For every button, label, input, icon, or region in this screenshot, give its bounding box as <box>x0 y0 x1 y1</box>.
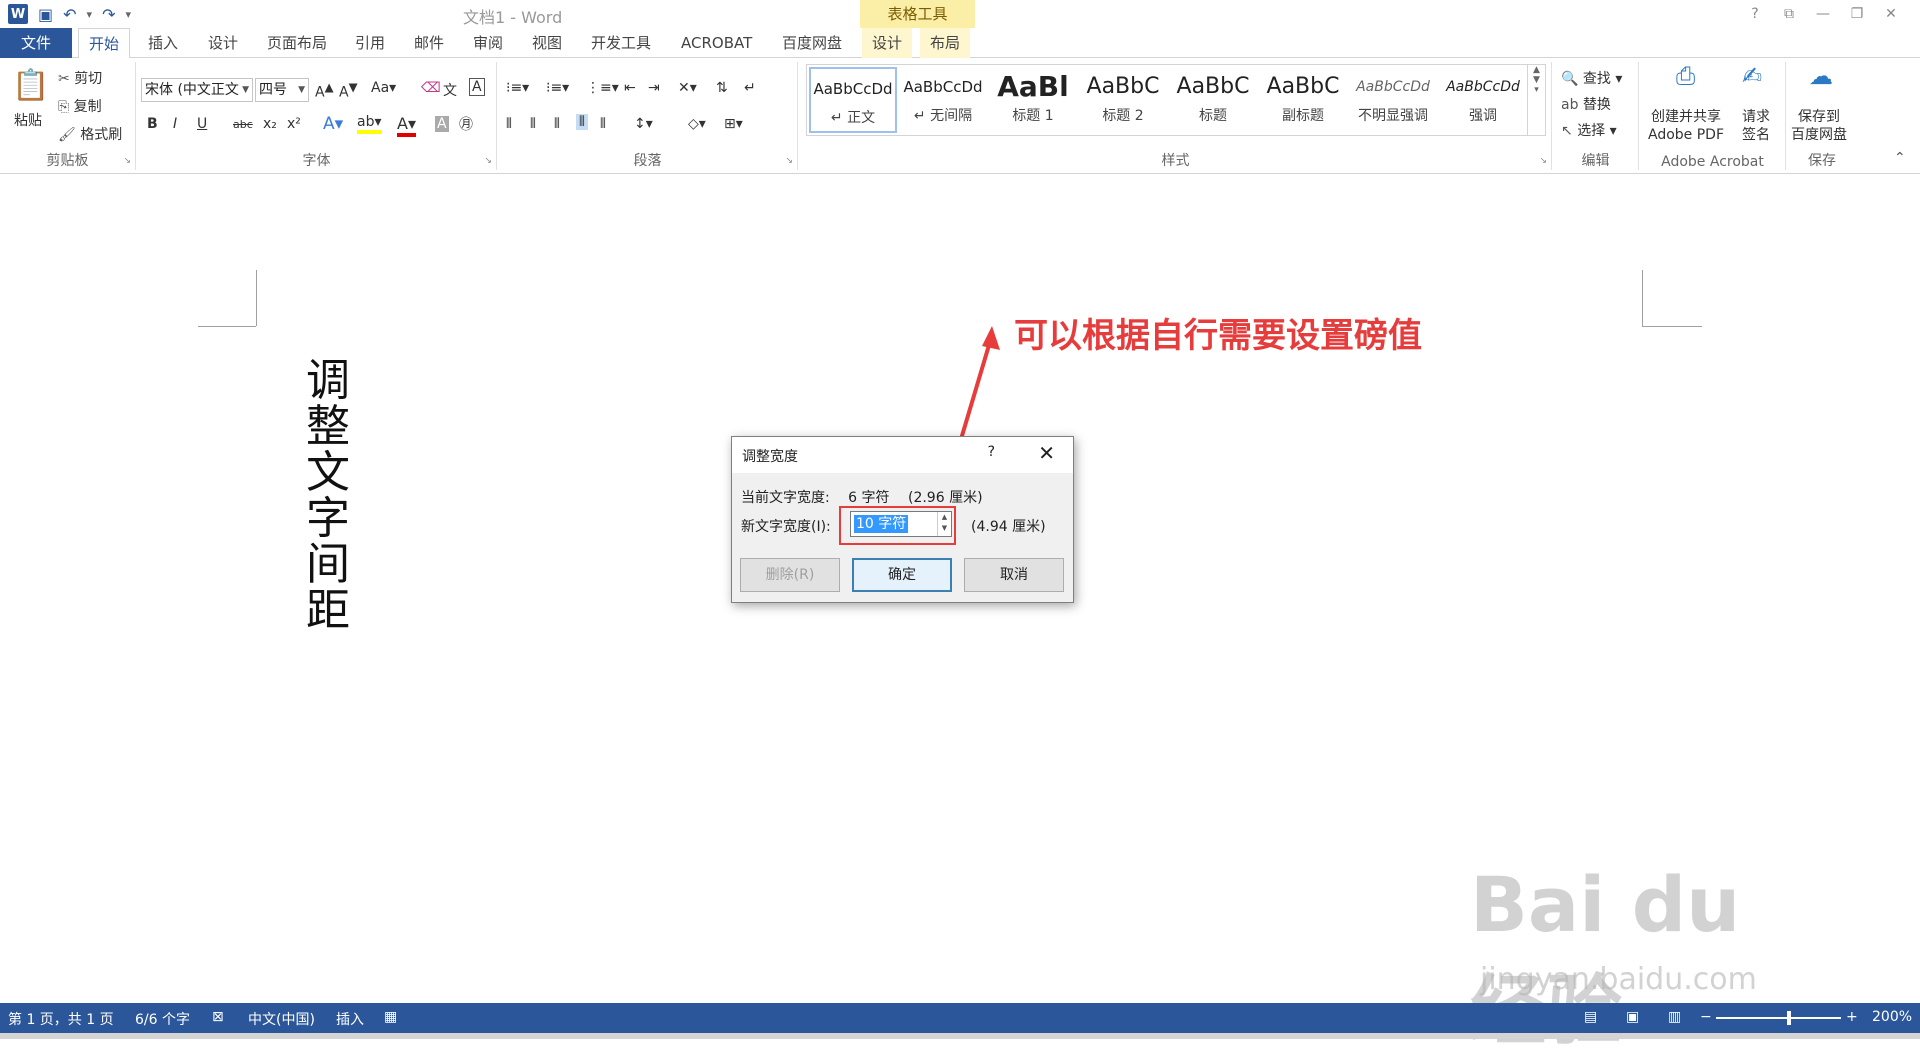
status-bar: 第 1 页，共 1 页 6/6 个字 ⊠ 中文(中国) 插入 ▦ ▤ ▣ ▥ −… <box>0 1003 1920 1033</box>
zoom-slider[interactable] <box>1716 1017 1841 1019</box>
zoom-slider-thumb[interactable] <box>1786 1011 1791 1025</box>
zoom-level[interactable]: 200% <box>1872 1009 1912 1025</box>
zoom-in-icon[interactable]: + <box>1846 1009 1858 1025</box>
proofing-icon[interactable]: ⊠ <box>212 1009 224 1025</box>
dialog-title: 调整宽度 <box>742 449 798 465</box>
zoom-out-icon[interactable]: − <box>1700 1009 1712 1025</box>
watermark-url: jingyan.baidu.com <box>1480 962 1757 997</box>
current-width-row: 当前文字宽度: 6 字符 (2.96 厘米) <box>741 487 983 507</box>
language-indicator[interactable]: 中文(中国) <box>248 1009 315 1029</box>
insert-mode[interactable]: 插入 <box>336 1009 364 1029</box>
print-layout-icon[interactable]: ▣ <box>1626 1009 1639 1025</box>
remove-button[interactable]: 删除(R) <box>740 558 840 592</box>
bottom-strip <box>0 1033 1920 1039</box>
ok-button[interactable]: 确定 <box>852 558 952 592</box>
highlight-box <box>839 506 956 545</box>
word-count[interactable]: 6/6 个字 <box>135 1009 190 1029</box>
close-icon[interactable]: ✕ <box>1038 441 1055 465</box>
new-width-cm: (4.94 厘米) <box>971 519 1046 535</box>
web-layout-icon[interactable]: ▥ <box>1668 1009 1681 1025</box>
new-width-label: 新文字宽度(I): <box>741 519 831 535</box>
dialog-help-button[interactable]: ? <box>988 444 995 460</box>
macro-record-icon[interactable]: ▦ <box>384 1009 397 1025</box>
baidu-watermark: Bai du 经验 jingyan.baidu.com <box>1470 830 1820 1055</box>
current-width-label: 当前文字宽度: <box>741 490 830 506</box>
cancel-button[interactable]: 取消 <box>964 558 1064 592</box>
read-mode-icon[interactable]: ▤ <box>1584 1009 1597 1025</box>
dialog-title-bar: 调整宽度 ? ✕ <box>732 437 1073 473</box>
current-width-cm: (2.96 厘米) <box>907 490 983 506</box>
page-count[interactable]: 第 1 页，共 1 页 <box>8 1009 114 1029</box>
current-width-value: 6 字符 <box>848 490 890 506</box>
